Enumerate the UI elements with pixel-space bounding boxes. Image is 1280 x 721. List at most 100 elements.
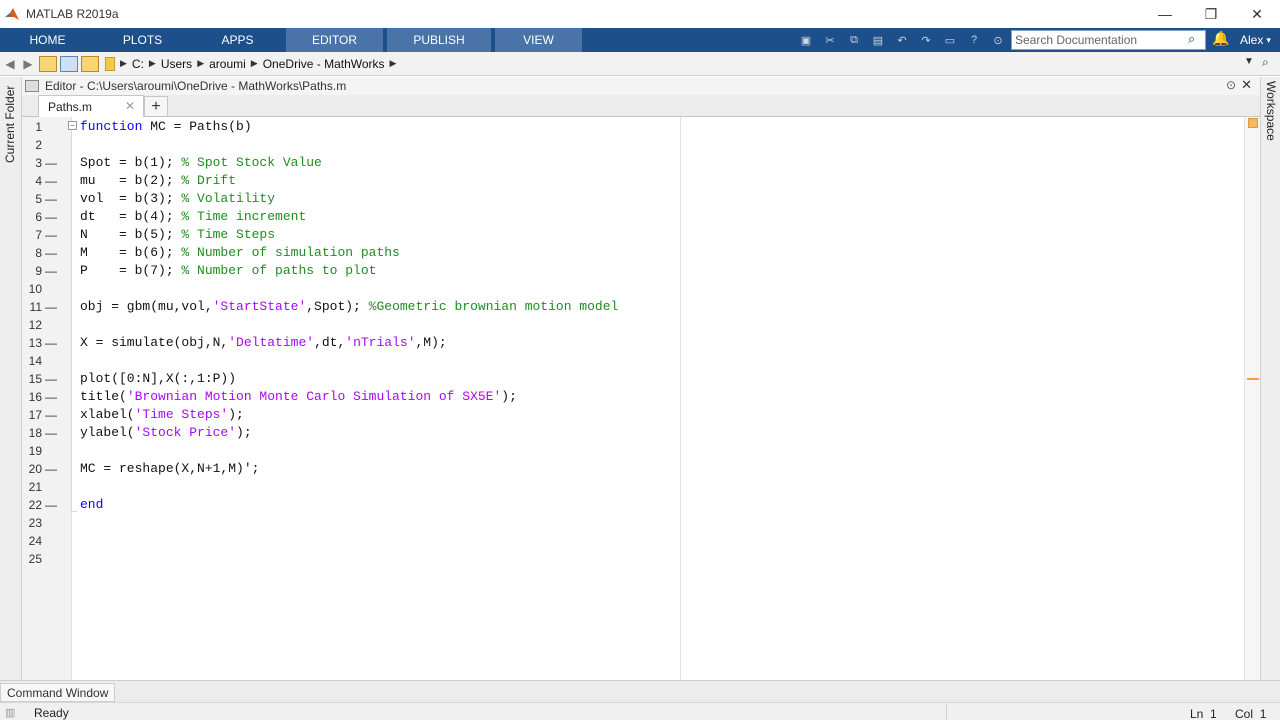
breakpoint-marker[interactable]: — <box>45 370 57 388</box>
code-line[interactable]: 12 <box>22 316 1242 334</box>
file-tab-paths[interactable]: Paths.m ✕ <box>38 95 144 117</box>
code-line[interactable]: 22— end <box>22 496 1242 514</box>
code-line[interactable]: 17— xlabel('Time Steps'); <box>22 406 1242 424</box>
code-line[interactable]: 16— title('Brownian Motion Monte Carlo Si… <box>22 388 1242 406</box>
paste-icon[interactable]: ▤ <box>870 32 886 48</box>
code-analyzer-status-icon[interactable] <box>1248 118 1258 128</box>
user-menu[interactable]: Alex ▾ <box>1240 28 1271 52</box>
code-text[interactable]: M = b(6); % Number of simulation paths <box>80 244 400 262</box>
breakpoint-marker[interactable]: — <box>45 226 57 244</box>
code-line[interactable]: 10 <box>22 280 1242 298</box>
breadcrumb-drive[interactable]: C: <box>132 57 144 71</box>
code-text[interactable]: end <box>80 496 103 514</box>
tab-apps[interactable]: APPS <box>190 28 285 52</box>
current-folder-panel-collapsed[interactable]: Current Folder <box>0 77 22 680</box>
code-text[interactable]: ylabel('Stock Price'); <box>80 424 252 442</box>
code-text[interactable]: xlabel('Time Steps'); <box>80 406 244 424</box>
breakpoint-marker[interactable]: — <box>45 388 57 406</box>
workspace-label[interactable]: Workspace <box>1264 81 1278 141</box>
save-icon[interactable]: ▣ <box>798 32 814 48</box>
breakpoint-marker[interactable]: — <box>45 334 57 352</box>
breadcrumb-onedrive[interactable]: OneDrive - MathWorks <box>263 57 385 71</box>
code-line[interactable]: 20— MC = reshape(X,N+1,M)'; <box>22 460 1242 478</box>
breakpoint-marker[interactable]: — <box>45 406 57 424</box>
code-line[interactable]: 2 <box>22 136 1242 154</box>
code-text[interactable]: plot([0:N],X(:,1:P)) <box>80 370 236 388</box>
code-text[interactable]: mu = b(2); % Drift <box>80 172 236 190</box>
code-line[interactable]: 1 function MC = Paths(b) <box>22 118 1242 136</box>
forward-arrow-icon[interactable]: ▶ <box>20 57 36 71</box>
breakpoint-marker[interactable]: — <box>45 460 57 478</box>
breakpoint-marker[interactable]: — <box>45 244 57 262</box>
tab-publish[interactable]: PUBLISH <box>387 28 491 52</box>
breakpoint-marker[interactable]: — <box>45 424 57 442</box>
code-line[interactable]: 4— mu = b(2); % Drift <box>22 172 1242 190</box>
back-arrow-icon[interactable]: ◀ <box>2 57 18 71</box>
breadcrumb-user[interactable]: aroumi <box>209 57 246 71</box>
address-dropdown-icon[interactable]: ▼ <box>1244 56 1254 67</box>
fold-toggle-icon[interactable]: − <box>68 121 77 130</box>
redo-icon[interactable]: ↷ <box>918 32 934 48</box>
code-line[interactable]: 11— obj = gbm(mu,vol,'StartState',Spot); … <box>22 298 1242 316</box>
code-line[interactable]: 9— P = b(7); % Number of paths to plot <box>22 262 1242 280</box>
code-text[interactable]: title('Brownian Motion Monte Carlo Simul… <box>80 388 517 406</box>
undo-icon[interactable]: ↶ <box>894 32 910 48</box>
code-text[interactable]: function MC = Paths(b) <box>80 118 252 136</box>
breakpoint-marker[interactable]: — <box>45 172 57 190</box>
search-documentation-input[interactable] <box>1011 30 1206 50</box>
code-text[interactable]: obj = gbm(mu,vol,'StartState',Spot); %Ge… <box>80 298 618 316</box>
code-line[interactable]: 8— M = b(6); % Number of simulation paths <box>22 244 1242 262</box>
code-text[interactable]: X = simulate(obj,N,'Deltatime',dt,'nTria… <box>80 334 447 352</box>
breakpoint-marker[interactable]: — <box>45 190 57 208</box>
add-tab-button[interactable]: + <box>144 96 168 117</box>
code-line[interactable]: 21 <box>22 478 1242 496</box>
code-line[interactable]: 23 <box>22 514 1242 532</box>
tab-view[interactable]: VIEW <box>495 28 582 52</box>
breakpoint-marker[interactable]: — <box>45 154 57 172</box>
restore-button[interactable]: ❐ <box>1188 0 1234 28</box>
code-line[interactable]: 18— ylabel('Stock Price'); <box>22 424 1242 442</box>
code-analyzer-warning-marker[interactable] <box>1247 378 1259 380</box>
code-line[interactable]: 15— plot([0:N],X(:,1:P)) <box>22 370 1242 388</box>
code-line[interactable]: 14 <box>22 352 1242 370</box>
breakpoint-marker[interactable]: — <box>45 262 57 280</box>
code-text[interactable]: P = b(7); % Number of paths to plot <box>80 262 376 280</box>
breadcrumb-users[interactable]: Users <box>161 57 192 71</box>
up-folder-icon[interactable] <box>39 55 57 72</box>
code-editor[interactable]: 1 function MC = Paths(b) 2 3— Spot = b(1); %… <box>22 117 1260 680</box>
editor-actions-icon[interactable]: ⊙ <box>1226 78 1236 92</box>
code-text[interactable]: dt = b(4); % Time increment <box>80 208 306 226</box>
breakpoint-marker[interactable]: — <box>45 208 57 226</box>
code-text[interactable]: N = b(5); % Time Steps <box>80 226 275 244</box>
code-line[interactable]: 6— dt = b(4); % Time increment <box>22 208 1242 226</box>
close-window-button[interactable]: ✕ <box>1234 0 1280 28</box>
code-text[interactable]: MC = reshape(X,N+1,M)'; <box>80 460 259 478</box>
workspace-panel-collapsed[interactable]: Workspace <box>1260 77 1280 680</box>
code-line[interactable]: 19 <box>22 442 1242 460</box>
tab-plots[interactable]: PLOTS <box>95 28 190 52</box>
current-folder-label[interactable]: Current Folder <box>3 83 17 163</box>
code-line[interactable]: 24 <box>22 532 1242 550</box>
close-tab-icon[interactable]: ✕ <box>125 99 135 113</box>
options-icon[interactable]: ⊙ <box>990 32 1006 48</box>
switch-windows-icon[interactable]: ▭ <box>942 32 958 48</box>
tab-home[interactable]: HOME <box>0 28 95 52</box>
help-icon[interactable]: ? <box>966 32 982 48</box>
code-text[interactable]: vol = b(3); % Volatility <box>80 190 275 208</box>
code-line[interactable]: 13— X = simulate(obj,N,'Deltatime',dt,'nT… <box>22 334 1242 352</box>
close-editor-icon[interactable]: ✕ <box>1241 77 1252 93</box>
minimize-button[interactable]: — <box>1142 0 1188 28</box>
tab-editor[interactable]: EDITOR <box>286 28 383 52</box>
code-line[interactable]: 7— N = b(5); % Time Steps <box>22 226 1242 244</box>
copy-icon[interactable]: ⧉ <box>846 32 862 48</box>
breakpoint-marker[interactable]: — <box>45 496 57 514</box>
code-line[interactable]: 3— Spot = b(1); % Spot Stock Value <box>22 154 1242 172</box>
code-line[interactable]: 25 <box>22 550 1242 568</box>
breakpoint-marker[interactable]: — <box>45 298 57 316</box>
code-text[interactable]: Spot = b(1); % Spot Stock Value <box>80 154 322 172</box>
search-icon[interactable]: ⌕ <box>1188 31 1204 49</box>
folder-search-icon[interactable]: ⌕ <box>1262 55 1269 70</box>
cut-icon[interactable]: ✂ <box>822 32 838 48</box>
browse-folder-icon[interactable] <box>60 55 78 72</box>
notification-bell-icon[interactable]: 🔔 <box>1212 30 1229 47</box>
